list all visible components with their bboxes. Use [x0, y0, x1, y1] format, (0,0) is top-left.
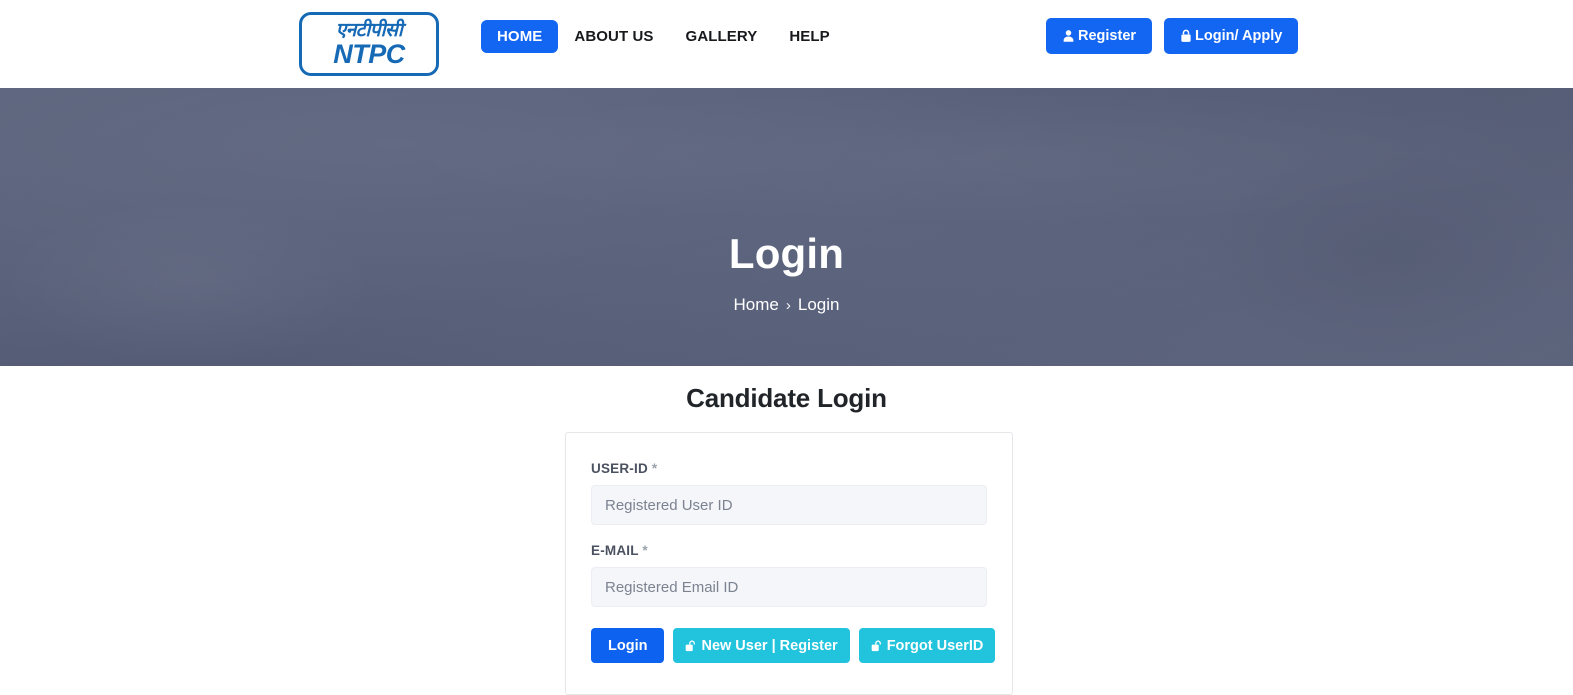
unlock-icon [871, 639, 883, 653]
main-content: Candidate Login USER-ID * E-MAIL * Login [0, 366, 1573, 695]
user-id-required-mark: * [651, 461, 658, 476]
email-label: E-MAIL * [591, 543, 987, 558]
page-title: Login [728, 229, 845, 277]
breadcrumb-separator-icon: › [785, 296, 791, 314]
login-apply-button[interactable]: Login/ Apply [1164, 18, 1299, 54]
breadcrumb: Home › Login [734, 295, 840, 315]
user-id-label: USER-ID * [591, 461, 987, 476]
logo-latin-text: NTPC [333, 38, 405, 69]
form-action-buttons: Login New User | Register Forgot UserID [591, 628, 996, 663]
main-navigation: HOME ABOUT US GALLERY HELP [481, 20, 846, 53]
email-field-group: E-MAIL * [591, 543, 987, 607]
nav-item-about-us[interactable]: ABOUT US [558, 20, 669, 53]
nav-item-help[interactable]: HELP [773, 20, 845, 53]
register-button-label: Register [1078, 28, 1137, 44]
email-label-text: E-MAIL [591, 543, 639, 558]
new-user-register-button[interactable]: New User | Register [673, 628, 850, 663]
login-apply-button-label: Login/ Apply [1195, 28, 1283, 44]
register-button[interactable]: Register [1046, 18, 1153, 54]
user-id-field-group: USER-ID * [591, 461, 987, 525]
email-input[interactable] [591, 567, 987, 607]
nav-item-gallery[interactable]: GALLERY [670, 20, 774, 53]
new-user-register-button-label: New User | Register [701, 637, 838, 654]
user-id-input[interactable] [591, 485, 987, 525]
forgot-userid-button[interactable]: Forgot UserID [858, 628, 996, 663]
forgot-userid-button-label: Forgot UserID [886, 637, 984, 654]
hero-banner: Login Home › Login [0, 88, 1573, 366]
breadcrumb-item-home[interactable]: Home [734, 295, 779, 315]
candidate-login-heading: Candidate Login [686, 383, 887, 413]
lock-icon [1180, 29, 1192, 43]
login-form-card: USER-ID * E-MAIL * Login [565, 432, 1013, 695]
login-submit-button-label: Login [608, 637, 648, 654]
nav-item-home[interactable]: HOME [481, 20, 559, 53]
email-required-mark: * [642, 543, 648, 558]
unlock-icon [685, 639, 697, 653]
header-action-buttons: Register Login/ Apply [1046, 18, 1299, 54]
user-icon [1062, 29, 1075, 43]
login-submit-button[interactable]: Login [591, 628, 665, 663]
logo-devanagari-text: एनटीपीसी [335, 18, 403, 41]
site-header: एनटीपीसी NTPC HOME ABOUT US GALLERY HELP… [0, 0, 1573, 88]
breadcrumb-item-current: Login [797, 295, 840, 315]
ntpc-logo[interactable]: एनटीपीसी NTPC [299, 12, 439, 76]
user-id-label-text: USER-ID [591, 461, 648, 476]
